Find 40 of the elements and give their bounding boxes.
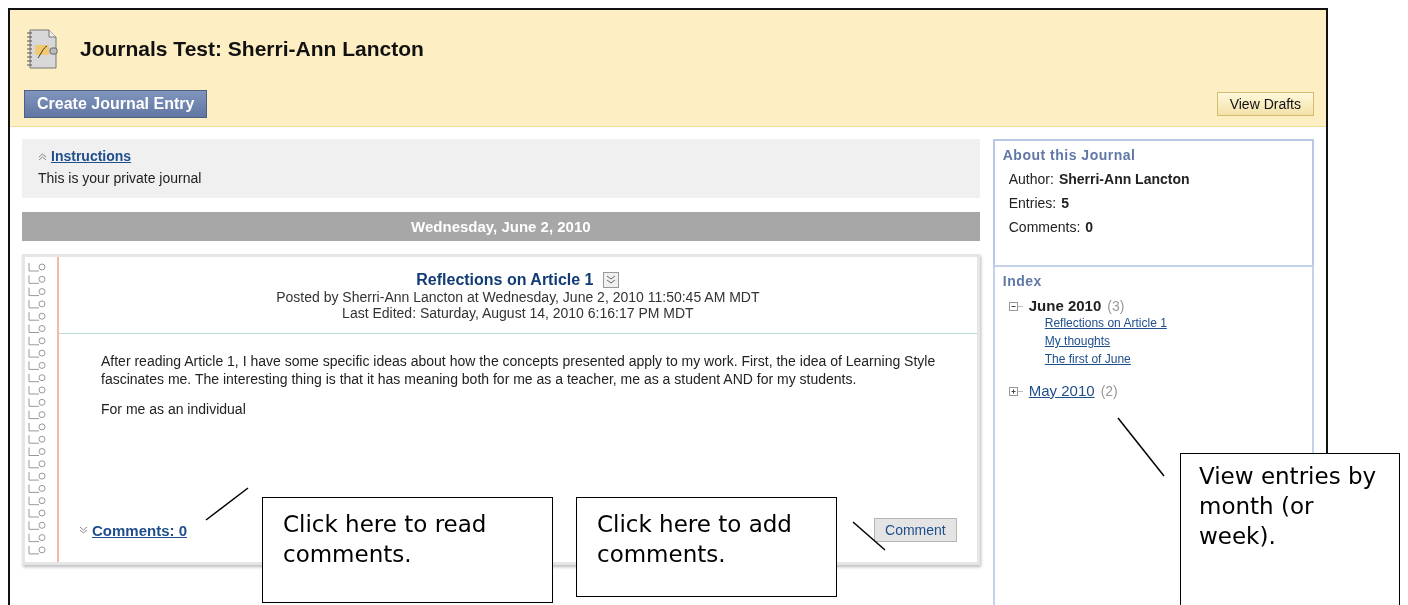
last-edited-info: Last Edited: Saturday, August 14, 2010 6:16:17 PM MDT [341, 305, 695, 321]
expand-menu-icon[interactable] [603, 272, 620, 288]
tree-toggle-icon[interactable] [1008, 384, 1023, 397]
callout-box: View entries by month (or week). [1180, 453, 1400, 605]
collapse-icon[interactable] [38, 151, 47, 161]
entry-paragraph: For me as an individual [101, 400, 247, 419]
entry-paragraph: After reading Article 1, I have some specific ideas about how the concepts presented apply to my work. First, the idea of Learning Style fascinates me. The interesting thing is that it has meaning both for me as a teacher, me as a student AND for my students. [101, 352, 937, 389]
instructions-text: This is your private journal [38, 170, 203, 186]
comments-link[interactable]: Comments: 0 [92, 521, 188, 539]
page-title: Journals Test: Sherri-Ann Lancton [80, 37, 424, 61]
entry-link[interactable]: The first of June [1044, 350, 1298, 368]
comment-button[interactable]: Comment [874, 518, 957, 542]
month-link[interactable]: May 2010 [1028, 382, 1095, 399]
leader-line [205, 487, 249, 521]
about-label: Author: [1008, 171, 1054, 187]
view-drafts-button[interactable]: View Drafts [1216, 92, 1314, 116]
entry-link[interactable]: Reflections on Article 1 [1044, 314, 1298, 332]
tree-toggle-icon[interactable] [1008, 299, 1023, 312]
leader-line [1117, 417, 1165, 477]
about-label: Entries: [1008, 195, 1057, 211]
index-title[interactable]: Index [1002, 273, 1298, 289]
entry-count: (3) [1107, 297, 1125, 314]
entry-count: (2) [1100, 382, 1118, 399]
about-value: Sherri-Ann Lancton [1058, 171, 1190, 187]
instructions-link[interactable]: Instructions [51, 148, 132, 164]
leader-line [852, 521, 886, 551]
about-title[interactable]: About this Journal [1002, 147, 1298, 163]
about-value: 0 [1085, 219, 1094, 235]
about-value: 5 [1061, 195, 1069, 211]
callout-box: Click here to read comments. [262, 497, 553, 603]
month-label: June 2010 [1028, 297, 1102, 314]
date-bar: Wednesday, June 2, 2010 [22, 212, 980, 241]
entry-title: Reflections on Article 1 [416, 271, 594, 289]
create-entry-button[interactable]: Create Journal Entry [24, 90, 208, 118]
about-label: Comments: [1008, 219, 1081, 235]
expand-icon[interactable] [79, 525, 88, 535]
callout-box: Click here to add comments. [576, 497, 837, 597]
posted-info: Posted by Sherri-Ann Lancton at Wednesday, June 2, 2010 11:50:45 AM MDT [275, 289, 761, 305]
entry-link[interactable]: My thoughts [1044, 332, 1298, 350]
notebook-icon [24, 28, 58, 70]
